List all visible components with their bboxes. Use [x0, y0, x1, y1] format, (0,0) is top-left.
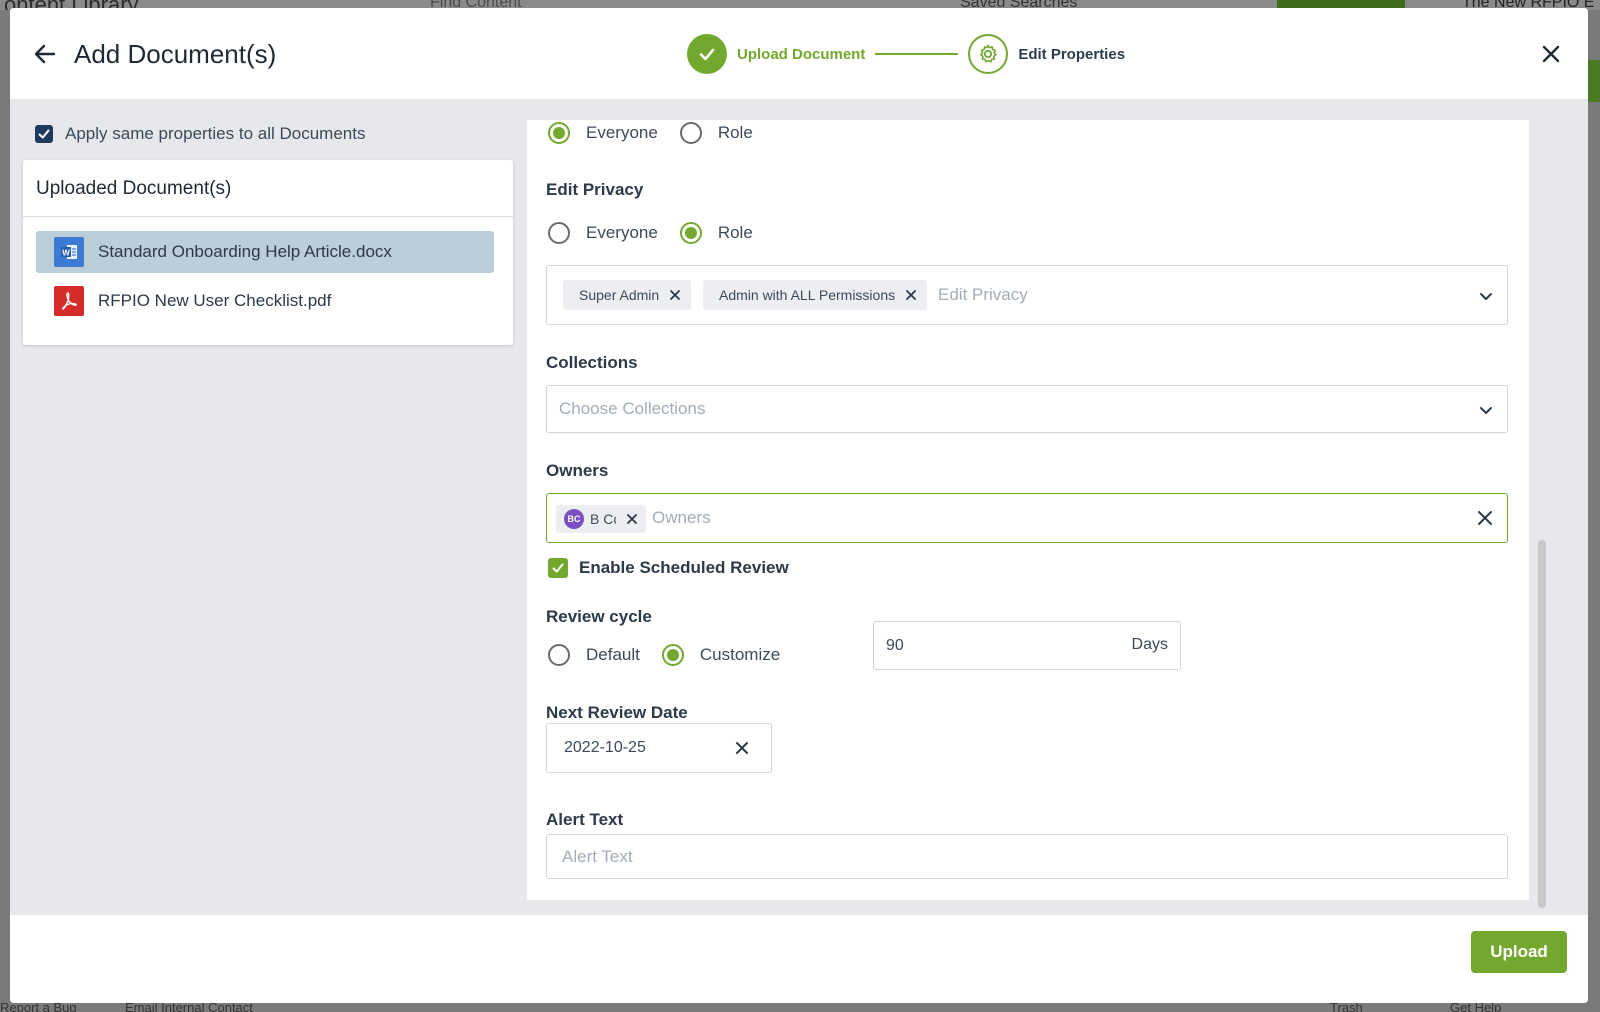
step-edit-label: Edit Properties — [1018, 45, 1126, 63]
stepper: Upload Document Edit Properties — [687, 34, 1125, 74]
scheduled-review-row[interactable]: Enable Scheduled Review — [548, 558, 789, 578]
uploaded-documents-card: Uploaded Document(s) W Standard Onboardi… — [23, 160, 513, 345]
background-email-contact: Email Internal Contact — [125, 1002, 253, 1012]
alert-text-placeholder: Alert Text — [562, 847, 633, 866]
review-cycle-radios: Default Customize — [548, 644, 802, 666]
document-item[interactable]: RFPIO New User Checklist.pdf — [36, 280, 494, 322]
chevron-down-icon[interactable] — [1479, 289, 1493, 303]
alert-text-label: Alert Text — [546, 810, 624, 829]
review-cycle-label: Review cycle — [546, 607, 652, 626]
apply-same-checkbox[interactable] — [35, 125, 53, 143]
apply-same-label: Apply same properties to all Documents — [65, 124, 366, 143]
chevron-down-icon[interactable] — [1479, 403, 1493, 417]
role-chip: Admin with ALL Permissions — [703, 280, 928, 310]
alert-text-input[interactable]: Alert Text — [546, 834, 1508, 879]
review-days-unit: Days — [1131, 636, 1168, 653]
review-days-input[interactable]: 90 Days — [873, 621, 1181, 670]
view-privacy-radios: Everyone Role — [548, 122, 775, 144]
next-review-date-input[interactable]: 2022-10-25 — [546, 723, 772, 773]
radio-edit-role-label: Role — [717, 223, 753, 242]
edit-privacy-select[interactable]: Super Admin Admin with ALL Permissions E… — [546, 265, 1508, 325]
role-chip-label: Super Admin — [579, 287, 660, 303]
edit-privacy-radios: Everyone Role — [548, 222, 775, 244]
add-documents-modal: Add Document(s) Upload Document Edit Pro… — [10, 8, 1588, 1003]
properties-panel: Everyone Role Edit Privacy Everyone Role… — [527, 120, 1529, 900]
radio-default[interactable] — [548, 644, 570, 666]
edit-privacy-label: Edit Privacy — [546, 180, 644, 199]
scrollbar[interactable] — [1538, 540, 1546, 908]
radio-view-everyone[interactable] — [548, 122, 570, 144]
clear-icon[interactable] — [735, 741, 749, 755]
radio-view-everyone-label: Everyone — [586, 123, 658, 142]
gear-icon — [980, 44, 998, 63]
divider — [23, 216, 513, 217]
remove-icon[interactable] — [669, 289, 681, 301]
close-button[interactable] — [1540, 43, 1562, 65]
modal-footer: Upload — [10, 915, 1588, 1003]
owners-placeholder: Owners — [652, 508, 711, 527]
radio-edit-role[interactable] — [679, 222, 702, 244]
clear-icon[interactable] — [1477, 510, 1493, 526]
svg-text:W: W — [62, 249, 70, 258]
check-icon — [38, 129, 50, 139]
radio-edit-everyone[interactable] — [548, 222, 570, 244]
check-icon — [699, 48, 715, 61]
background-footer: Report a Bug Email Internal Contact Tras… — [0, 1002, 1600, 1012]
avatar: BC — [564, 509, 584, 529]
modal-header: Add Document(s) Upload Document Edit Pro… — [10, 8, 1588, 100]
role-chip: Super Admin — [563, 280, 692, 310]
radio-customize-label: Customize — [699, 645, 781, 664]
background-report-bug: Report a Bug — [0, 1002, 77, 1012]
close-icon — [1542, 45, 1560, 63]
collections-select[interactable]: Choose Collections — [546, 385, 1508, 433]
modal-title: Add Document(s) — [74, 39, 277, 69]
next-review-date-value: 2022-10-25 — [564, 739, 646, 756]
apply-same-properties[interactable]: Apply same properties to all Documents — [35, 124, 365, 144]
back-button[interactable] — [32, 41, 58, 67]
owner-chip-name: B Cc — [590, 511, 616, 527]
radio-view-role-label: Role — [717, 123, 753, 142]
radio-default-label: Default — [586, 645, 640, 664]
modal-body: Apply same properties to all Documents U… — [10, 100, 1588, 915]
background-action-button — [1588, 60, 1600, 102]
owners-input[interactable]: BC B Cc Owners — [546, 493, 1508, 543]
step-connector — [875, 53, 959, 55]
step-upload-label: Upload Document — [737, 45, 866, 63]
word-doc-icon: W — [54, 237, 84, 267]
collections-placeholder: Choose Collections — [559, 399, 706, 418]
upload-button[interactable]: Upload — [1471, 931, 1567, 973]
collections-label: Collections — [546, 353, 638, 372]
role-chip-label: Admin with ALL Permissions — [719, 287, 896, 303]
document-item[interactable]: W Standard Onboarding Help Article.docx — [36, 231, 494, 273]
radio-view-role[interactable] — [679, 122, 702, 144]
background-trash: Trash — [1330, 1002, 1363, 1012]
radio-edit-everyone-label: Everyone — [586, 223, 658, 242]
review-days-value: 90 — [886, 637, 904, 654]
remove-icon[interactable] — [905, 289, 917, 301]
arrow-left-icon — [34, 44, 56, 64]
step-edit-current — [968, 34, 1009, 74]
scheduled-review-label: Enable Scheduled Review — [579, 558, 789, 577]
radio-customize[interactable] — [661, 644, 684, 666]
step-upload-done — [687, 34, 727, 74]
scheduled-review-checkbox[interactable] — [548, 558, 568, 578]
uploaded-documents-title: Uploaded Document(s) — [36, 178, 232, 199]
document-name: RFPIO New User Checklist.pdf — [98, 291, 332, 310]
next-review-label: Next Review Date — [546, 703, 688, 722]
remove-icon[interactable] — [626, 513, 638, 525]
background-get-help: Get Help — [1450, 1002, 1502, 1012]
edit-privacy-placeholder: Edit Privacy — [938, 285, 1028, 304]
owners-label: Owners — [546, 461, 609, 480]
pdf-icon — [54, 286, 84, 316]
owner-chip: BC B Cc — [556, 505, 646, 533]
document-name: Standard Onboarding Help Article.docx — [98, 242, 392, 261]
check-icon — [552, 563, 564, 573]
